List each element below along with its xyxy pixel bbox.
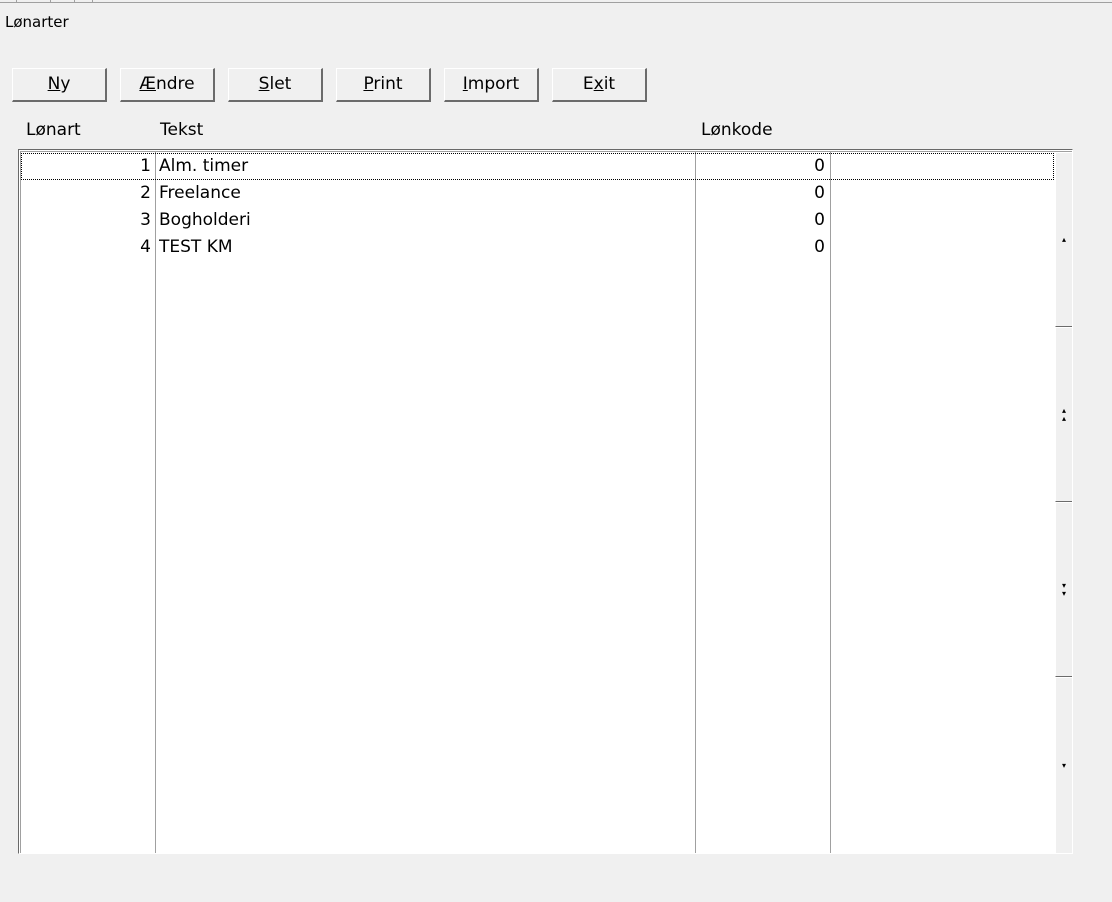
import-button-label: Import: [462, 74, 520, 94]
window-title: Lønarter: [5, 13, 69, 31]
import-button[interactable]: Import: [444, 68, 539, 102]
table-row[interactable]: 4 TEST KM 0: [21, 234, 1054, 261]
scroll-up-icon: ▴: [1061, 234, 1066, 244]
table-row[interactable]: 2 Freelance 0: [21, 180, 1054, 207]
page-up-icon: ▴ ▴: [1061, 405, 1066, 423]
tekst-cell: TEST KM: [159, 237, 233, 257]
window-top-ticks: [0, 0, 100, 3]
page-down-button[interactable]: ▾ ▾: [1055, 502, 1072, 677]
wage-types-list[interactable]: 1 Alm. timer 0 2 Freelance 0 3 Bogholder…: [18, 149, 1073, 854]
edit-button[interactable]: Ændre: [120, 68, 215, 102]
lonkode-cell: 0: [814, 156, 825, 176]
window-top-border: [0, 0, 1112, 3]
lonkode-cell: 0: [814, 237, 825, 257]
page-up-button[interactable]: ▴ ▴: [1055, 327, 1072, 502]
table-row[interactable]: 3 Bogholderi 0: [21, 207, 1054, 234]
lonart-cell: 1: [140, 156, 151, 176]
table-row[interactable]: 1 Alm. timer 0: [21, 153, 1054, 180]
column-header-lonkode: Lønkode: [701, 120, 773, 140]
column-header-lonart: Lønart: [26, 120, 81, 140]
vertical-scrollbar[interactable]: ▴ ▴ ▴ ▾ ▾ ▾: [1055, 152, 1072, 853]
lonkode-cell: 0: [814, 210, 825, 230]
lonart-cell: 4: [140, 237, 151, 257]
delete-button[interactable]: Slet: [228, 68, 323, 102]
lonkode-cell: 0: [814, 183, 825, 203]
wage-types-grid: 1 Alm. timer 0 2 Freelance 0 3 Bogholder…: [20, 151, 1072, 853]
tekst-cell: Bogholderi: [159, 210, 251, 230]
new-button-label: Ny: [47, 74, 71, 94]
tekst-cell: Freelance: [159, 183, 241, 203]
new-button[interactable]: Ny: [12, 68, 107, 102]
scroll-up-button[interactable]: ▴: [1055, 152, 1072, 327]
print-button-label: Print: [363, 74, 403, 94]
delete-button-label: Slet: [258, 74, 292, 94]
scroll-down-button[interactable]: ▾: [1055, 677, 1072, 853]
scroll-down-icon: ▾: [1061, 760, 1066, 770]
exit-button-label: Exit: [582, 74, 616, 94]
exit-button[interactable]: Exit: [552, 68, 647, 102]
edit-button-label: Ændre: [139, 74, 195, 94]
tekst-cell: Alm. timer: [159, 156, 249, 176]
column-header-tekst: Tekst: [160, 120, 204, 140]
page-down-icon: ▾ ▾: [1061, 580, 1066, 598]
lonart-cell: 3: [140, 210, 151, 230]
lonart-cell: 2: [140, 183, 151, 203]
print-button[interactable]: Print: [336, 68, 431, 102]
